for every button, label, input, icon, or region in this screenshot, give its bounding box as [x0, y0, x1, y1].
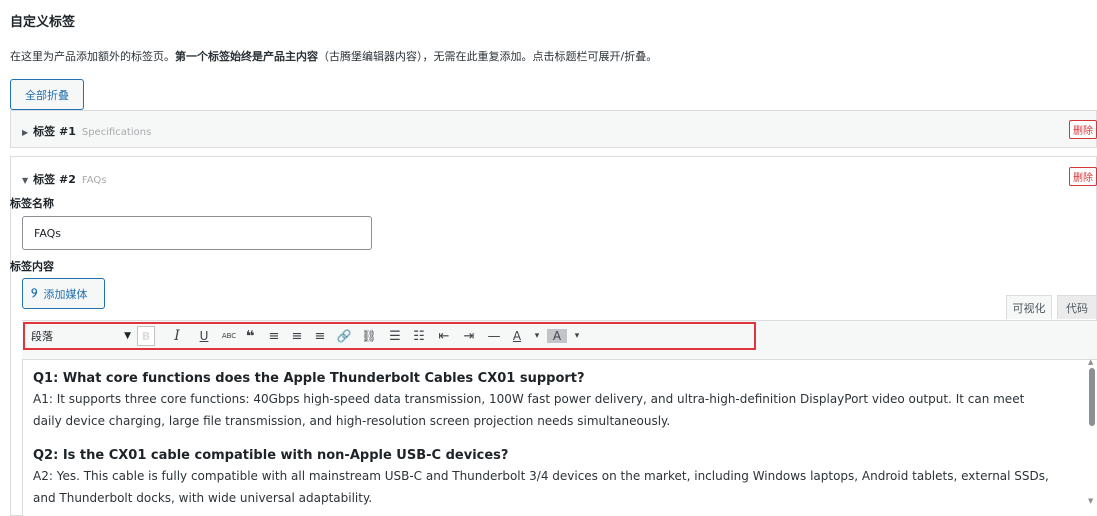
unlink-button[interactable]: ⛓: [361, 326, 377, 346]
desc-text: 在这里为产品添加额外的标签页。: [10, 50, 175, 63]
tab-code[interactable]: 代码: [1057, 295, 1097, 319]
tab-name-label: 标签名称: [10, 197, 54, 210]
tab-label: 标签 #1: [33, 125, 76, 138]
align-left-button[interactable]: ≡: [266, 326, 282, 346]
add-media-button[interactable]: ୨ 添加媒体: [22, 278, 105, 309]
format-select[interactable]: 段落 ▼: [31, 328, 131, 344]
tab-panel-1: ▶ 标签 #1 Specifications 删除: [10, 110, 1097, 148]
tab-content-label: 标签内容: [10, 260, 54, 273]
align-center-button[interactable]: ≡: [289, 326, 305, 346]
media-icon: ୨: [31, 286, 38, 301]
desc-text-end: （古腾堡编辑器内容），无需在此重复添加。点击标题栏可展开/折叠。: [318, 50, 658, 63]
section-description: 在这里为产品添加额外的标签页。第一个标签始终是产品主内容（古腾堡编辑器内容），无…: [10, 48, 657, 64]
blockquote-button[interactable]: ❝: [242, 326, 258, 346]
scrollbar-thumb[interactable]: [1089, 368, 1095, 426]
horizontal-line-button[interactable]: —: [486, 326, 502, 346]
question-1: Q1: What core functions does the Apple T…: [33, 371, 585, 386]
desc-bold-text: 第一个标签始终是产品主内容: [175, 50, 318, 63]
indent-button[interactable]: ⇥: [461, 326, 477, 346]
chevron-down-icon[interactable]: ▾: [529, 326, 545, 346]
background-color-button[interactable]: A: [547, 329, 567, 343]
tab-subtitle: Specifications: [81, 127, 152, 138]
format-select-value: 段落: [31, 330, 53, 343]
outdent-button[interactable]: ⇤: [436, 326, 452, 346]
tab-header-2[interactable]: ▼ 标签 #2 FAQs: [22, 171, 106, 187]
numbered-list-button[interactable]: ☷: [411, 326, 427, 346]
add-media-label: 添加媒体: [43, 287, 88, 301]
answer-2-line-2: and Thunderbolt docks, with wide univers…: [33, 491, 373, 505]
tab-label: 标签 #2: [33, 173, 76, 186]
text-color-button[interactable]: A: [509, 326, 525, 346]
question-2: Q2: Is the CX01 cable compatible with no…: [33, 448, 509, 463]
delete-tab-1-button[interactable]: 删除: [1069, 120, 1097, 139]
chevron-down-icon[interactable]: ▾: [569, 326, 585, 346]
editor-content[interactable]: Q1: What core functions does the Apple T…: [22, 360, 1097, 516]
link-button[interactable]: 🔗: [336, 326, 352, 346]
collapse-arrow-icon: ▼: [22, 176, 29, 185]
tab-name-input[interactable]: [22, 216, 372, 250]
bold-button[interactable]: B: [138, 326, 154, 346]
tab-header-1[interactable]: ▶ 标签 #1 Specifications: [22, 123, 151, 139]
strikethrough-button[interactable]: ABC: [221, 326, 237, 346]
bullet-list-button[interactable]: ☰: [387, 326, 403, 346]
answer-2-line-1: A2: Yes. This cable is fully compatible …: [33, 469, 1049, 483]
expand-arrow-icon: ▶: [22, 128, 29, 137]
underline-button[interactable]: U: [196, 326, 212, 346]
chevron-down-icon: ▼: [124, 331, 131, 341]
answer-1-line-1: A1: It supports three core functions: 40…: [33, 392, 1025, 406]
tab-visual[interactable]: 可视化: [1006, 295, 1052, 319]
italic-button[interactable]: I: [169, 326, 185, 346]
scroll-up-icon[interactable]: ▲: [1088, 358, 1093, 366]
align-right-button[interactable]: ≡: [312, 326, 328, 346]
answer-1-line-2: daily device charging, large file transm…: [33, 414, 671, 428]
section-title: 自定义标签: [10, 15, 76, 30]
tab-subtitle: FAQs: [81, 175, 107, 186]
collapse-all-button[interactable]: 全部折叠: [10, 79, 84, 110]
delete-tab-2-button[interactable]: 删除: [1069, 167, 1097, 186]
scroll-down-icon[interactable]: ▼: [1088, 497, 1093, 505]
